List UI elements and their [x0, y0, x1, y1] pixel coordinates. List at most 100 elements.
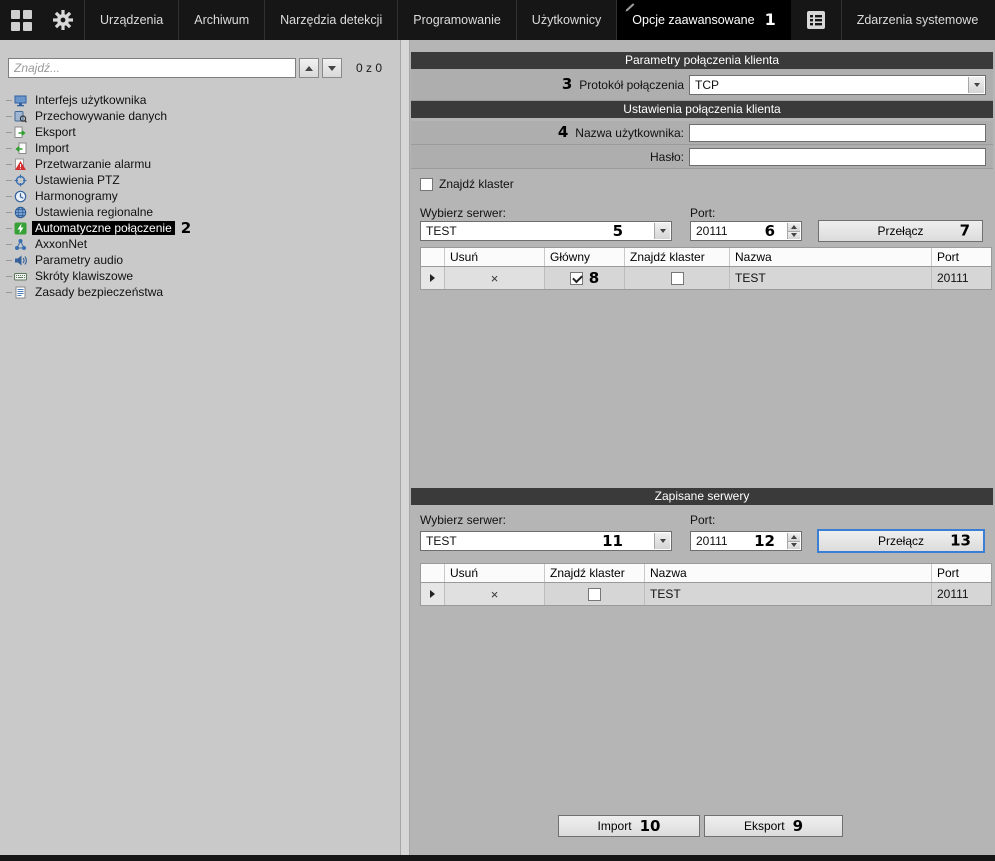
row-find-cluster-checkbox[interactable]	[588, 588, 601, 601]
saved-server-selected-value: TEST	[426, 534, 457, 548]
password-field[interactable]	[689, 148, 986, 166]
column-header-glowny: Główny	[545, 248, 625, 266]
tab-uzytkownicy[interactable]: Użytkownicy	[516, 0, 616, 40]
find-cluster-checkbox[interactable]	[420, 178, 433, 191]
table-row: × 8 TEST 20111	[421, 267, 991, 289]
tab-opcje-zaawansowane[interactable]: Opcje zaawansowane 1	[616, 0, 790, 40]
row-selector-cell[interactable]	[421, 583, 445, 605]
tree-connector	[6, 228, 12, 229]
chevron-down-icon	[328, 66, 336, 71]
tab-archiwum[interactable]: Archiwum	[178, 0, 264, 40]
tab-label: Opcje zaawansowane	[632, 13, 754, 27]
server-name-cell[interactable]: TEST	[645, 583, 932, 605]
annotation-4: 4	[558, 125, 568, 140]
annotation-6: 6	[765, 224, 775, 239]
saved-servers-table: Usuń Znajdź klaster Nazwa Port × TEST 20…	[420, 563, 992, 606]
panel-splitter[interactable]	[400, 40, 410, 855]
delete-server-button[interactable]: ×	[445, 583, 545, 605]
cluster-port-stepper[interactable]: 20111 6	[690, 221, 802, 241]
stepper-down-button[interactable]	[788, 231, 800, 240]
stepper-buttons	[787, 223, 800, 239]
sidebar-item-parametry-audio[interactable]: Parametry audio	[2, 252, 398, 268]
stepper-up-button[interactable]	[788, 223, 800, 231]
server-port-cell[interactable]: 20111	[932, 267, 991, 289]
tab-urzadzenia[interactable]: Urządzenia	[84, 0, 178, 40]
tree-item-label: Interfejs użytkownika	[32, 93, 149, 107]
row-selector-cell[interactable]	[421, 267, 445, 289]
auto-connection-settings-panel: Parametry połączenia klienta 3 Protokół …	[410, 40, 995, 855]
sidebar-item-eksport[interactable]: Eksport	[2, 124, 398, 140]
chevron-down-icon[interactable]	[654, 533, 670, 549]
speaker-icon	[14, 254, 27, 267]
settings-sidebar: 0 z 0 Interfejs użytkownika Przechowywan…	[0, 40, 400, 855]
delete-server-button[interactable]: ×	[445, 267, 545, 289]
search-next-button[interactable]	[322, 58, 342, 78]
tree-item-label: Ustawienia PTZ	[32, 173, 123, 187]
tree-connector	[6, 212, 12, 213]
system-events-log-icon[interactable]	[791, 0, 841, 40]
saved-server-select[interactable]: TEST 11	[420, 531, 672, 551]
protocol-row: 3 Protokół połączenia TCP	[411, 69, 993, 101]
sidebar-item-harmonogramy[interactable]: Harmonogramy	[2, 188, 398, 204]
table-header-row: Usuń Znajdź klaster Nazwa Port	[421, 564, 991, 583]
find-cluster-cell	[625, 267, 730, 289]
saved-port-stepper[interactable]: 20111 12	[690, 531, 802, 551]
sidebar-item-skroty-klawiszowe[interactable]: Skróty klawiszowe	[2, 268, 398, 284]
annotation-10: 10	[640, 819, 661, 834]
main-tabs: Urządzenia Archiwum Narzędzia detekcji P…	[84, 0, 993, 40]
settings-tree: Interfejs użytkownika Przechowywanie dan…	[2, 92, 398, 300]
protocol-selected-value: TCP	[695, 78, 719, 92]
find-cluster-label: Znajdź klaster	[439, 177, 514, 191]
import-button[interactable]: Import 10	[558, 815, 700, 837]
settings-gear-icon[interactable]	[42, 0, 84, 40]
chevron-down-icon[interactable]	[968, 77, 984, 93]
sidebar-item-automatyczne-polaczenie[interactable]: Automatyczne połączenie 2	[2, 220, 398, 236]
protocol-select[interactable]: TCP	[689, 75, 986, 95]
sidebar-item-przechowywanie-danych[interactable]: Przechowywanie danych	[2, 108, 398, 124]
server-port-cell[interactable]: 20111	[932, 583, 991, 605]
annotation-7: 7	[960, 224, 970, 239]
apps-grid-icon[interactable]	[0, 0, 42, 40]
sidebar-item-axxonnet[interactable]: AxxonNet	[2, 236, 398, 252]
sidebar-item-zasady-bezpieczenstwa[interactable]: Zasady bezpieczeństwa	[2, 284, 398, 300]
main-server-checkbox[interactable]	[570, 272, 583, 285]
server-name-cell[interactable]: TEST	[730, 267, 932, 289]
tab-label: Narzędzia detekcji	[280, 13, 382, 27]
password-row: Hasło:	[411, 145, 993, 169]
sidebar-item-import[interactable]: Import	[2, 140, 398, 156]
tab-narzedzia-detekcji[interactable]: Narzędzia detekcji	[264, 0, 397, 40]
sidebar-item-interfejs-uzytkownika[interactable]: Interfejs użytkownika	[2, 92, 398, 108]
tree-connector	[6, 164, 12, 165]
sidebar-item-ustawienia-regionalne[interactable]: Ustawienia regionalne	[2, 204, 398, 220]
sidebar-item-przetwarzanie-alarmu[interactable]: Przetwarzanie alarmu	[2, 156, 398, 172]
tab-zdarzenia-systemowe[interactable]: Zdarzenia systemowe	[841, 0, 994, 40]
export-button[interactable]: Eksport 9	[704, 815, 843, 837]
tree-connector	[6, 196, 12, 197]
column-header-usun: Usuń	[445, 248, 545, 266]
row-find-cluster-checkbox[interactable]	[671, 272, 684, 285]
column-header-nazwa: Nazwa	[645, 564, 932, 582]
tree-connector	[6, 148, 12, 149]
search-input[interactable]	[8, 58, 296, 78]
security-document-icon	[14, 286, 27, 299]
annotation-2: 2	[181, 221, 191, 236]
tab-label: Zdarzenia systemowe	[857, 13, 979, 27]
stepper-up-button[interactable]	[788, 533, 800, 541]
bottom-status-strip	[0, 855, 995, 861]
sidebar-item-ustawienia-ptz[interactable]: Ustawienia PTZ	[2, 172, 398, 188]
search-prev-button[interactable]	[299, 58, 319, 78]
row-marker-icon	[430, 274, 435, 282]
tab-programowanie[interactable]: Programowanie	[397, 0, 516, 40]
username-field[interactable]	[689, 124, 986, 142]
stepper-down-button[interactable]	[788, 541, 800, 550]
cluster-server-select[interactable]: TEST 5	[420, 221, 672, 241]
section-header-client-connection-settings: Ustawienia połączenia klienta	[411, 101, 993, 118]
cluster-switch-button[interactable]: Przełącz 7	[818, 220, 983, 242]
sidebar-search-row: 0 z 0	[8, 58, 396, 78]
globe-icon	[14, 206, 27, 219]
tree-item-label: Zasady bezpieczeństwa	[32, 285, 166, 299]
chevron-down-icon[interactable]	[654, 223, 670, 239]
saved-switch-button[interactable]: Przełącz 13	[818, 530, 984, 552]
row-selector-header	[421, 564, 445, 582]
select-server-label: Wybierz serwer:	[420, 513, 506, 527]
